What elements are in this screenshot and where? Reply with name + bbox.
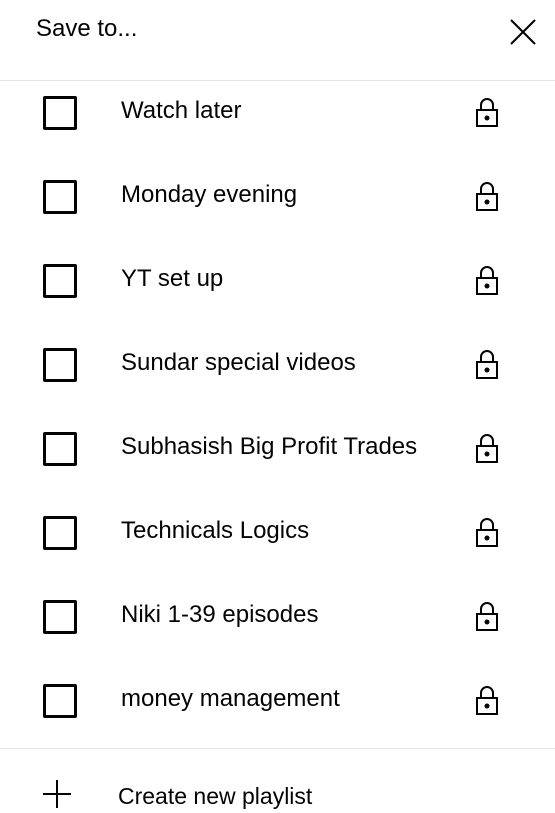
close-icon <box>510 19 536 45</box>
playlist-item-sundar-special-videos[interactable]: Sundar special videos <box>0 336 555 396</box>
lock-icon <box>476 98 498 127</box>
playlist-item-watch-later[interactable]: Watch later <box>0 84 555 144</box>
playlist-label: Technicals Logics <box>121 517 310 544</box>
playlist-checkbox[interactable] <box>43 180 77 214</box>
plus-icon <box>43 780 71 808</box>
playlist-checkbox[interactable] <box>43 432 77 466</box>
footer-divider <box>0 748 555 749</box>
playlist-checkbox[interactable] <box>43 684 77 718</box>
playlist-item-yt-set-up[interactable]: YT set up <box>0 252 555 312</box>
playlist-label: Subhasish Big Profit Trades <box>121 433 418 460</box>
playlist-label: money management <box>121 685 340 712</box>
create-new-playlist-label: Create new playlist <box>118 783 313 809</box>
playlist-checkbox[interactable] <box>43 348 77 382</box>
lock-icon <box>476 350 498 379</box>
playlist-checkbox[interactable] <box>43 516 77 550</box>
dialog-title: Save to... <box>36 15 138 42</box>
lock-icon <box>476 686 498 715</box>
playlist-checkbox[interactable] <box>43 264 77 298</box>
close-button[interactable] <box>503 12 543 52</box>
playlist-item-subhasish-big-profit-trades[interactable]: Subhasish Big Profit Trades <box>0 420 555 480</box>
playlist-item-monday-evening[interactable]: Monday evening <box>0 168 555 228</box>
save-to-playlist-dialog: Save to... Watch later Monday evening YT… <box>0 0 555 813</box>
playlist-item-niki-1-39-episodes[interactable]: Niki 1-39 episodes <box>0 588 555 648</box>
lock-icon <box>476 182 498 211</box>
create-new-playlist-button[interactable]: Create new playlist <box>0 765 555 813</box>
playlist-item-technicals-logics[interactable]: Technicals Logics <box>0 504 555 564</box>
lock-icon <box>476 602 498 631</box>
header-divider <box>0 80 555 81</box>
playlist-label: Sundar special videos <box>121 349 356 376</box>
playlist-item-money-management[interactable]: money management <box>0 672 555 732</box>
lock-icon <box>476 434 498 463</box>
playlist-label: Monday evening <box>121 181 298 208</box>
playlist-checkbox[interactable] <box>43 600 77 634</box>
playlist-label: Watch later <box>121 97 242 124</box>
dialog-header: Save to... <box>0 0 555 80</box>
lock-icon <box>476 518 498 547</box>
playlist-checkbox[interactable] <box>43 96 77 130</box>
playlist-label: YT set up <box>121 265 224 292</box>
playlist-label: Niki 1-39 episodes <box>121 601 319 628</box>
lock-icon <box>476 266 498 295</box>
